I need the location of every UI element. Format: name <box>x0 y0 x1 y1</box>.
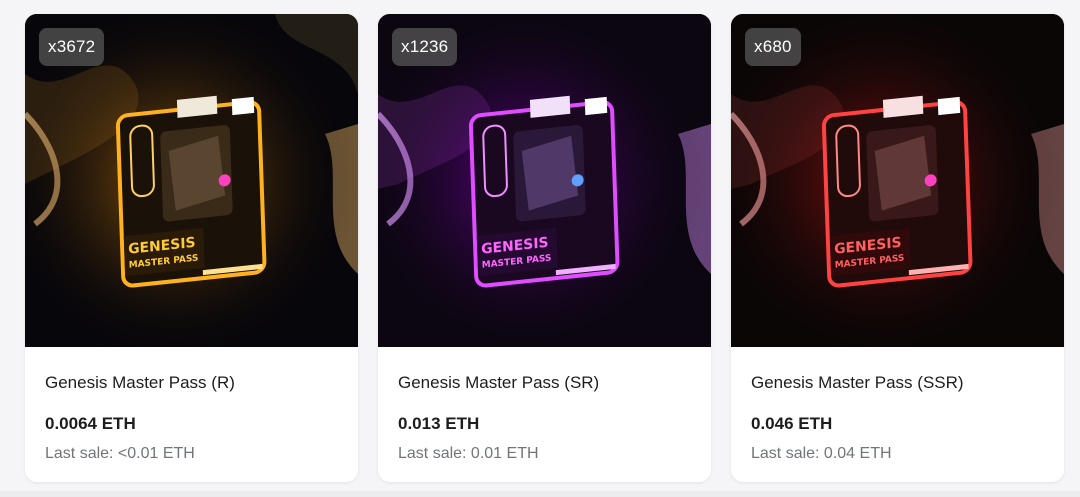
quantity-badge: x680 <box>745 28 801 66</box>
nft-image[interactable]: GENESIS MASTER PASS x680 <box>731 14 1064 347</box>
nft-title[interactable]: Genesis Master Pass (SR) <box>398 373 691 393</box>
nft-title[interactable]: Genesis Master Pass (SSR) <box>751 373 1044 393</box>
last-sale: Last sale: 0.04 ETH <box>751 445 892 462</box>
last-sale: Last sale: 0.01 ETH <box>398 445 539 462</box>
nft-title[interactable]: Genesis Master Pass (R) <box>45 373 338 393</box>
nft-card-ssr[interactable]: GENESIS MASTER PASS x680 Genesis Master … <box>731 14 1064 482</box>
nft-image[interactable]: GENESIS MASTER PASS x1236 <box>378 14 711 347</box>
nft-price: 0.046 ETH <box>751 414 833 433</box>
nft-price: 0.0064 ETH <box>45 414 136 433</box>
quantity-badge: x3672 <box>39 28 105 66</box>
nft-image[interactable]: GENESIS MASTER PASS x3672 <box>25 14 358 347</box>
nft-card-grid: GENESIS MASTER PASS x3672 Genesis Master… <box>0 0 1080 497</box>
nft-card-r[interactable]: GENESIS MASTER PASS x3672 Genesis Master… <box>25 14 358 482</box>
nft-card-sr[interactable]: GENESIS MASTER PASS x1236 Genesis Master… <box>378 14 711 482</box>
quantity-badge: x1236 <box>392 28 458 66</box>
page-divider <box>0 491 1080 497</box>
last-sale: Last sale: <0.01 ETH <box>45 445 195 462</box>
nft-price: 0.013 ETH <box>398 414 480 433</box>
